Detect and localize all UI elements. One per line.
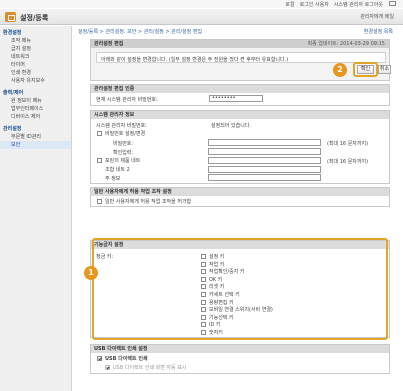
extra-field-5[interactable]	[208, 174, 321, 181]
pin-field[interactable]	[208, 139, 321, 146]
current-admin-password-label: 현재 시스템 관리자 비밀번호:	[96, 97, 158, 103]
mail-icon[interactable]	[389, 1, 396, 6]
settings-list-link[interactable]: 환경설정 목록	[364, 28, 393, 35]
admin-pin-status: 설정되어 있습니다.	[211, 123, 251, 129]
pin-field-label: 비밀번호:	[113, 141, 134, 147]
page-title: 설정/등록	[20, 14, 49, 22]
settings-app-icon	[5, 12, 16, 22]
auth-section: 관리설정 편집 인증 현재 시스템 관리자 비밀번호: ••••••••	[90, 84, 390, 106]
user-permission-title: 일반 사용자에게 허용 작업 조작 설정	[91, 188, 389, 196]
sidebar-item-security[interactable]: 보안	[0, 141, 71, 149]
topbar-links: 로컬 로그인 사용자 시스템 관리자 로그아웃	[285, 1, 383, 8]
extra-hint-3: (최대 16 문자까지)	[327, 159, 369, 165]
callout-badge-2: 2	[333, 63, 347, 77]
sidebar-item-print-env[interactable]: 인쇄 환경	[0, 69, 71, 77]
change-pin-label: 비밀번호 설정/변경	[105, 131, 146, 137]
function-highlight-frame	[92, 238, 388, 340]
edit-panel-header: 관리설정 편집 최종 업데이트: 2014-03-29 09:15	[91, 40, 389, 48]
user-permission-section: 일반 사용자에게 허용 작업 조작 설정 일반 사용자에게 허용 작업 조작을 …	[90, 187, 390, 207]
top-utility-bar: 로컬 로그인 사용자 시스템 관리자 로그아웃	[0, 0, 403, 8]
user-permission-checkbox[interactable]	[97, 199, 102, 204]
sidebar-item-interface[interactable]: 업무인터페이스	[0, 105, 71, 113]
sidebar-group-output[interactable]: 출력/제어	[0, 89, 71, 97]
usb-section-title: USB 다이렉트 인쇄 설정	[91, 345, 389, 353]
user-permission-label: 일반 사용자에게 허용 작업 조작을 허가함	[105, 199, 192, 205]
edit-panel-title: 관리설정 편집	[94, 41, 124, 47]
auth-section-title: 관리설정 편집 인증	[91, 85, 389, 93]
usb-section: USB 다이렉트 인쇄 설정 USB 다이렉트 인쇄 USB 다이렉트 인쇄 화…	[90, 344, 390, 374]
ok-button[interactable]: 확인	[357, 65, 374, 74]
topbar-link-login-user[interactable]: 로그인 사용자	[300, 1, 329, 8]
usb-direct-print-checkbox[interactable]	[97, 356, 102, 361]
usb-auto-display-label: USB 다이렉트 인쇄 화면 자동 표시	[113, 365, 187, 371]
topbar-link-logout[interactable]: 시스템 관리자 로그아웃	[334, 1, 383, 8]
topbar-link-local[interactable]: 로컬	[285, 1, 294, 8]
mail-admin-link[interactable]: 관리자에게 메일	[360, 13, 394, 20]
extra-label-5: 주 정보	[105, 176, 121, 182]
sysinfo-section-title: 시스템 관리자 정보	[91, 111, 389, 119]
change-pin-checkbox[interactable]	[97, 131, 102, 136]
usb-direct-print-label: USB 다이렉트 인쇄	[105, 356, 148, 362]
sidebar-item-network[interactable]: 네트워크	[0, 53, 71, 61]
confirm-field[interactable]	[208, 148, 321, 155]
last-updated: 최종 업데이트: 2014-03-29 09:15	[307, 41, 385, 47]
sidebar-group-management[interactable]: 관리설정	[0, 125, 71, 133]
usb-auto-display-checkbox[interactable]	[105, 365, 110, 370]
confirm-field-label: 확인입력:	[113, 150, 134, 156]
extra-field-4[interactable]	[208, 166, 321, 173]
edit-message: 아래와 같이 설정을 변경합니다. (일부 설정 변경은 주 전원을 껐다 켠 …	[96, 52, 386, 63]
callout-badge-1: 1	[84, 266, 98, 280]
app-header: 설정/등록 관리자에게 메일	[0, 9, 403, 25]
extra-field-3[interactable]	[208, 157, 321, 164]
sidebar-item-dept-id[interactable]: 부문별 ID관리	[0, 133, 71, 141]
pin-hint: (최대 16 문자까지)	[327, 141, 369, 147]
sidebar-item-info-menu[interactable]: 원 정보이 메뉴	[0, 97, 71, 105]
extra-checkbox-3[interactable]	[97, 158, 102, 163]
breadcrumb[interactable]: 설정/등록 > 관리설정: 보안 > 관리/설정 > 관리/설정 편집	[78, 28, 202, 35]
sidebar-item-device-control[interactable]: 디바이스 제어	[0, 113, 71, 121]
current-admin-password-field[interactable]: ••••••••	[209, 95, 263, 102]
sidebar: 환경설정 조작 메뉴 급지 설정 네트워크 타이머 인쇄 환경 사용자 유지보수…	[0, 26, 72, 391]
extra-label-3: 포린의 제품 네트	[105, 158, 141, 164]
admin-pin-label: 시스템 관리자 비밀번호:	[96, 123, 147, 129]
sidebar-item-timer[interactable]: 타이머	[0, 61, 71, 69]
sidebar-item-paper-feed[interactable]: 급지 설정	[0, 45, 71, 53]
sysinfo-section: 시스템 관리자 정보 시스템 관리자 비밀번호: 설정되어 있습니다. 비밀번호…	[90, 110, 390, 184]
sidebar-item-operation-menu[interactable]: 조작 메뉴	[0, 37, 71, 45]
extra-label-4: 조합 네트 2	[105, 167, 130, 173]
sidebar-group-environment[interactable]: 환경설정	[0, 29, 71, 37]
cancel-button[interactable]: 취소	[378, 65, 391, 74]
sidebar-item-maintenance[interactable]: 사용자 유지보수	[0, 77, 71, 85]
